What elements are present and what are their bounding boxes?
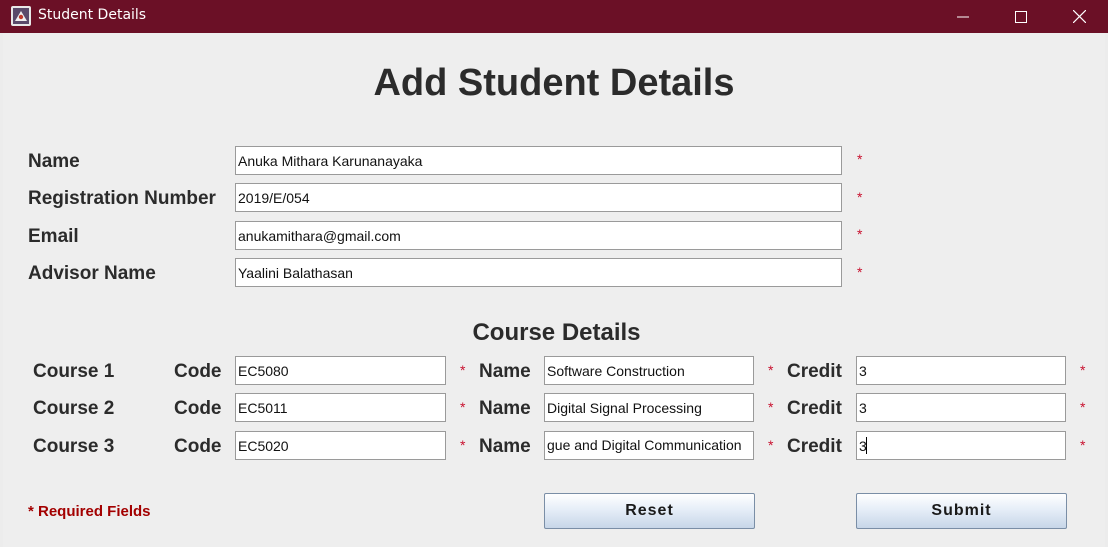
course-2-name-label: Name [479, 398, 531, 419]
course-2-label: Course 2 [33, 398, 115, 419]
course-1-code-field[interactable] [235, 356, 446, 385]
course-1-name-label: Name [479, 361, 531, 382]
name-label: Name [28, 151, 80, 172]
course-3-code-label: Code [174, 436, 222, 457]
close-icon [1072, 10, 1086, 23]
course-3-credit-required: * [1080, 437, 1086, 453]
registration-required-marker: * [857, 189, 863, 205]
maximize-icon [1015, 10, 1027, 23]
advisor-name-field[interactable] [235, 258, 842, 287]
page-title: Add Student Details [373, 62, 735, 104]
java-app-icon [11, 6, 31, 26]
course-1-name-field[interactable] [544, 356, 754, 385]
course-1-code-label: Code [174, 361, 222, 382]
minimize-button[interactable] [940, 0, 986, 33]
course-1-code-required: * [460, 362, 466, 378]
course-3-name-label: Name [479, 436, 531, 457]
maximize-button[interactable] [998, 0, 1044, 33]
course-1-credit-label: Credit [787, 361, 842, 382]
course-1-credit-required: * [1080, 362, 1086, 378]
email-required-marker: * [857, 226, 863, 242]
submit-button[interactable]: Submit [856, 493, 1067, 529]
close-button[interactable] [1056, 0, 1102, 33]
required-fields-note: * Required Fields [28, 503, 151, 520]
registration-number-label: Registration Number [28, 188, 216, 209]
course-3-credit-field[interactable] [856, 431, 1066, 460]
course-3-name-field[interactable]: gue and Digital Communication [544, 431, 754, 460]
registration-number-field[interactable] [235, 183, 842, 212]
minimize-icon [957, 16, 969, 17]
course-2-credit-label: Credit [787, 398, 842, 419]
name-field[interactable] [235, 146, 842, 175]
name-required-marker: * [857, 151, 863, 167]
window-title: Student Details [38, 7, 147, 23]
course-details-heading: Course Details [472, 319, 641, 346]
course-2-name-field[interactable] [544, 393, 754, 422]
email-label: Email [28, 226, 79, 247]
course-2-code-field[interactable] [235, 393, 446, 422]
course-3-code-required: * [460, 437, 466, 453]
form-panel [3, 33, 1105, 547]
course-2-code-label: Code [174, 398, 222, 419]
advisor-required-marker: * [857, 264, 863, 280]
course-3-name-value: gue and Digital Communication [547, 437, 742, 453]
course-2-code-required: * [460, 399, 466, 415]
reset-button[interactable]: Reset [544, 493, 755, 529]
course-1-label: Course 1 [33, 361, 115, 382]
course-3-credit-label: Credit [787, 436, 842, 457]
text-caret [866, 437, 867, 454]
course-3-code-field[interactable] [235, 431, 446, 460]
email-field[interactable] [235, 221, 842, 250]
window-titlebar[interactable]: Student Details [0, 0, 1108, 33]
course-2-name-required: * [768, 399, 774, 415]
course-1-name-required: * [768, 362, 774, 378]
course-1-credit-field[interactable] [856, 356, 1066, 385]
course-3-name-required: * [768, 437, 774, 453]
advisor-name-label: Advisor Name [28, 263, 156, 284]
course-3-label: Course 3 [33, 436, 115, 457]
course-2-credit-required: * [1080, 399, 1086, 415]
course-2-credit-field[interactable] [856, 393, 1066, 422]
